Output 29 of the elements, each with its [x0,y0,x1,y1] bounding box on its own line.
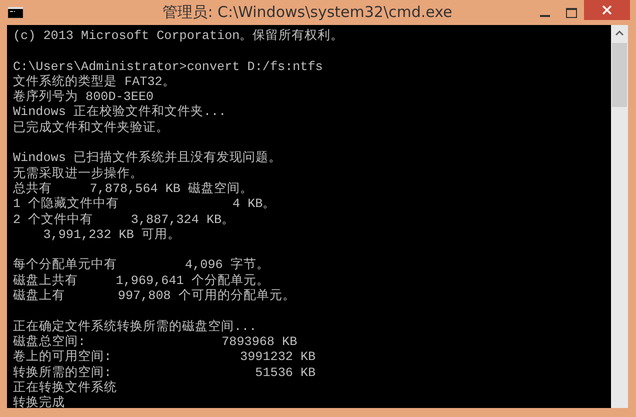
console-line: 2 个文件中有 3,887,324 KB。 [13,212,236,228]
console-line: 正在确定文件系统转换所需的磁盘空间... [13,320,258,334]
console-line: Windows 正在校验文件和文件夹... [13,105,228,120]
console-line: 1 个隐藏文件中有 4 KB。 [13,197,277,212]
console-line: 无需采取进一步操作。 [13,166,144,182]
console-line: 磁盘总空间: 7893968 KB [13,334,298,350]
console-line: Windows 已扫描文件系统并且没有发现问题。 [13,151,282,166]
maximize-icon [566,8,576,18]
console-line: 总共有 7,878,564 KB 磁盘空间。 [13,182,254,196]
console-line: 文件系统的类型是 FAT32。 [13,74,176,90]
console-line: 卷序列号为 800D-3EE0 [13,90,155,104]
console-icon [8,7,23,18]
window-title: 管理员: C:\Windows\system32\cmd.exe [162,3,454,22]
console-line: C:\Users\Administrator>convert D:/fs:ntfs [13,60,324,74]
console-line: 正在转换文件系统 [13,380,118,396]
console-line: 卷上的可用空间: 3991232 KB [13,350,317,366]
minimize-icon [540,14,550,16]
close-button[interactable] [584,0,630,20]
console-line: 转换完成 [13,396,66,408]
close-icon [602,5,612,15]
console-line: 转换所需的空间: 51536 KB [13,366,317,380]
console-line: (c) 2013 Microsoft Corporation。保留所有权利。 [13,29,345,44]
console-line: 每个分配单元中有 4,096 字节。 [13,258,270,274]
console-line: 3,991,232 KB 可用。 [42,228,182,244]
scrollbar[interactable] [611,25,628,408]
console-line: 已完成文件和文件夹验证。 [13,120,170,136]
console-line: 磁盘上共有 1,969,641 个分配单元。 [13,274,270,288]
console-line: 磁盘上有 997,808 个可用的分配单元。 [13,289,296,304]
scrollbar-thumb[interactable] [612,43,627,107]
